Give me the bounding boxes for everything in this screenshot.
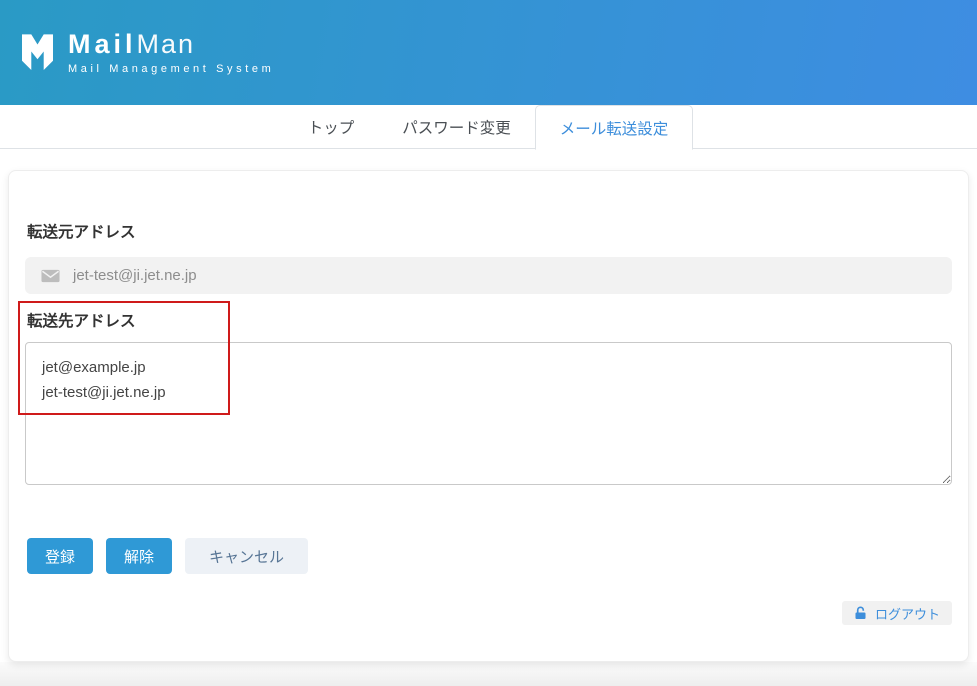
brand-title-light: Man (137, 29, 196, 59)
envelope-icon (41, 269, 60, 283)
cancel-button[interactable]: キャンセル (185, 538, 308, 574)
content-card: 転送元アドレス jet-test@ji.jet.ne.jp 転送先アドレス je… (8, 170, 969, 662)
main-nav: トップ パスワード変更 メール転送設定 (0, 105, 977, 149)
brand-block: MailMan Mail Management System (68, 31, 274, 75)
forward-source-field: jet-test@ji.jet.ne.jp (25, 257, 952, 294)
brand-title: MailMan (68, 31, 274, 58)
logout-label: ログアウト (875, 604, 940, 623)
logout-button[interactable]: ログアウト (842, 601, 952, 625)
forward-source-value: jet-test@ji.jet.ne.jp (73, 267, 197, 284)
tab-password-change[interactable]: パスワード変更 (378, 105, 535, 149)
brand-tagline: Mail Management System (68, 63, 274, 75)
remove-button[interactable]: 解除 (106, 538, 172, 574)
forward-dest-label: 転送先アドレス (27, 312, 952, 332)
page-background-strip (0, 662, 977, 686)
forward-source-label: 転送元アドレス (27, 223, 952, 243)
brand-title-bold: Mail (68, 29, 137, 59)
tab-top[interactable]: トップ (284, 105, 379, 149)
mailman-logo-icon (22, 33, 53, 73)
unlock-icon (854, 606, 867, 620)
forward-dest-textarea[interactable]: jet@example.jp jet-test@ji.jet.ne.jp (25, 342, 952, 485)
action-buttons-row: 登録 解除 キャンセル (27, 538, 952, 574)
tab-mail-forwarding[interactable]: メール転送設定 (535, 105, 694, 150)
app-header: MailMan Mail Management System (0, 0, 977, 105)
nav-gap (0, 149, 977, 170)
logout-row: ログアウト (25, 601, 952, 625)
register-button[interactable]: 登録 (27, 538, 93, 574)
